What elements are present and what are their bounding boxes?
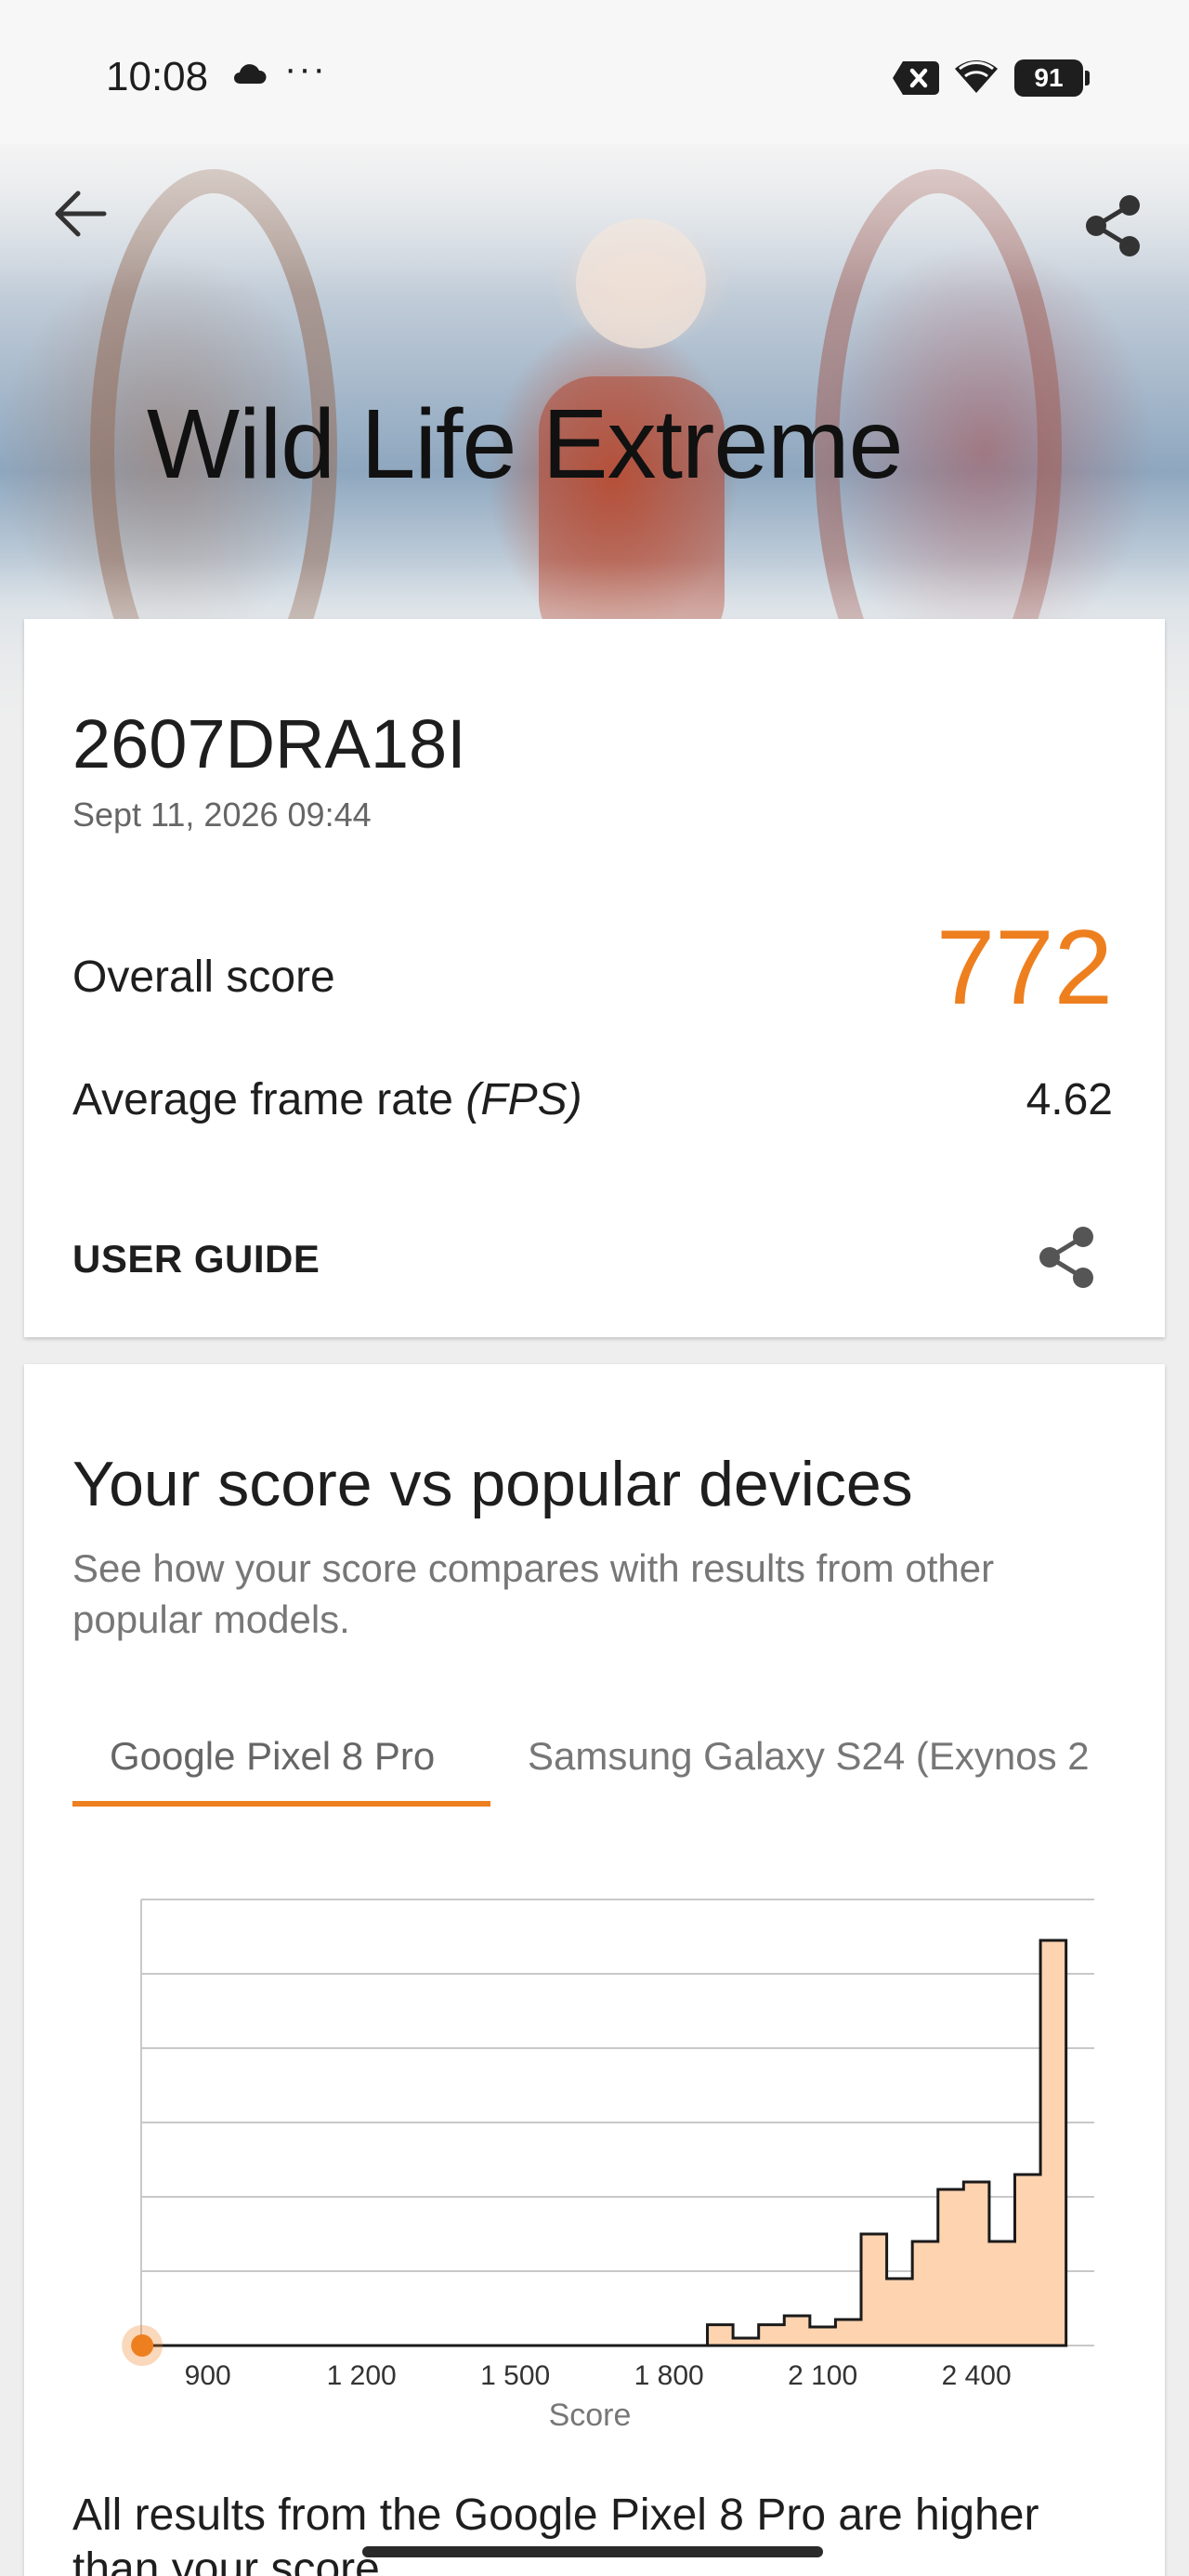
back-arrow-icon[interactable] [52,190,108,238]
share-result-icon[interactable] [1037,1225,1096,1290]
fps-value: 4.62 [1026,1075,1113,1124]
tab-label: Google Pixel 8 Pro [110,1734,436,1778]
battery-icon: 91 [1014,59,1090,97]
fps-label-text: Average frame rate [72,1075,466,1124]
user-guide-button[interactable]: USER GUIDE [72,1237,320,1281]
fps-label: Average frame rate (FPS) [72,1074,582,1125]
share-icon[interactable] [1083,193,1143,258]
x-tick-label: 1 800 [634,2360,704,2391]
histogram-bin [938,2189,964,2346]
histogram-bin [1015,2175,1041,2346]
histogram-bin [989,2241,1015,2346]
more-dots-icon: ··· [284,48,327,89]
histogram-bin [963,2182,989,2346]
histogram-bin [733,2338,759,2346]
overall-score-label: Overall score [72,953,335,1002]
tab-google-pixel-8-pro[interactable]: Google Pixel 8 Pro [72,1725,490,1807]
score-card: 2607DRA18I Sept 11, 2026 09:44 Overall s… [24,619,1165,1337]
histogram-bin [810,2327,836,2346]
x-tick-label: 900 [185,2360,231,2391]
cloud-icon [234,64,267,84]
device-tabs: Google Pixel 8 Pro Samsung Galaxy S24 (E… [72,1725,1141,1807]
wifi-icon [955,60,998,93]
device-name: 2607DRA18I [72,705,466,782]
score-histogram: 900 1 200 1 500 1 800 2 100 2 400 Score [122,1899,1094,2433]
histogram-bin [708,2325,734,2346]
tab-samsung-galaxy-s24[interactable]: Samsung Galaxy S24 (Exynos 2 [528,1734,1090,1807]
x-tick-label: 2 400 [942,2360,1012,2391]
histogram-bin [784,2316,810,2346]
histogram-bin [759,2325,785,2346]
histogram-bin [912,2241,938,2346]
x-tick-label: 2 100 [788,2360,857,2391]
overall-score-value: 772 [935,909,1113,1027]
histogram-bin [887,2279,913,2346]
histogram-bin [835,2320,861,2346]
status-bar: 10:08 ··· 91 [0,0,1189,144]
page-title: Wild Life Extreme [147,389,904,499]
x-tick-label: 1 500 [480,2360,550,2391]
histogram-bin [861,2234,887,2346]
home-indicator[interactable] [362,2546,823,2557]
fps-label-unit: (FPS) [465,1075,582,1124]
battery-level: 91 [1034,63,1064,92]
comparison-description: See how your score compares with results… [72,1546,995,1641]
test-date: Sept 11, 2026 09:44 [72,795,372,834]
x-tick-label: 1 200 [327,2360,397,2391]
notification-x-icon [893,61,939,95]
comparison-summary: All results from the Google Pixel 8 Pro … [72,2491,1039,2576]
comparison-title: Your score vs popular devices [72,1449,913,1519]
your-score-marker [131,2334,154,2357]
histogram-bin [1040,1940,1066,2346]
comparison-card: Your score vs popular devices See how yo… [24,1364,1165,2576]
active-tab-indicator [72,1801,490,1807]
x-axis-label: Score [549,2398,632,2433]
status-time: 10:08 [106,54,209,99]
